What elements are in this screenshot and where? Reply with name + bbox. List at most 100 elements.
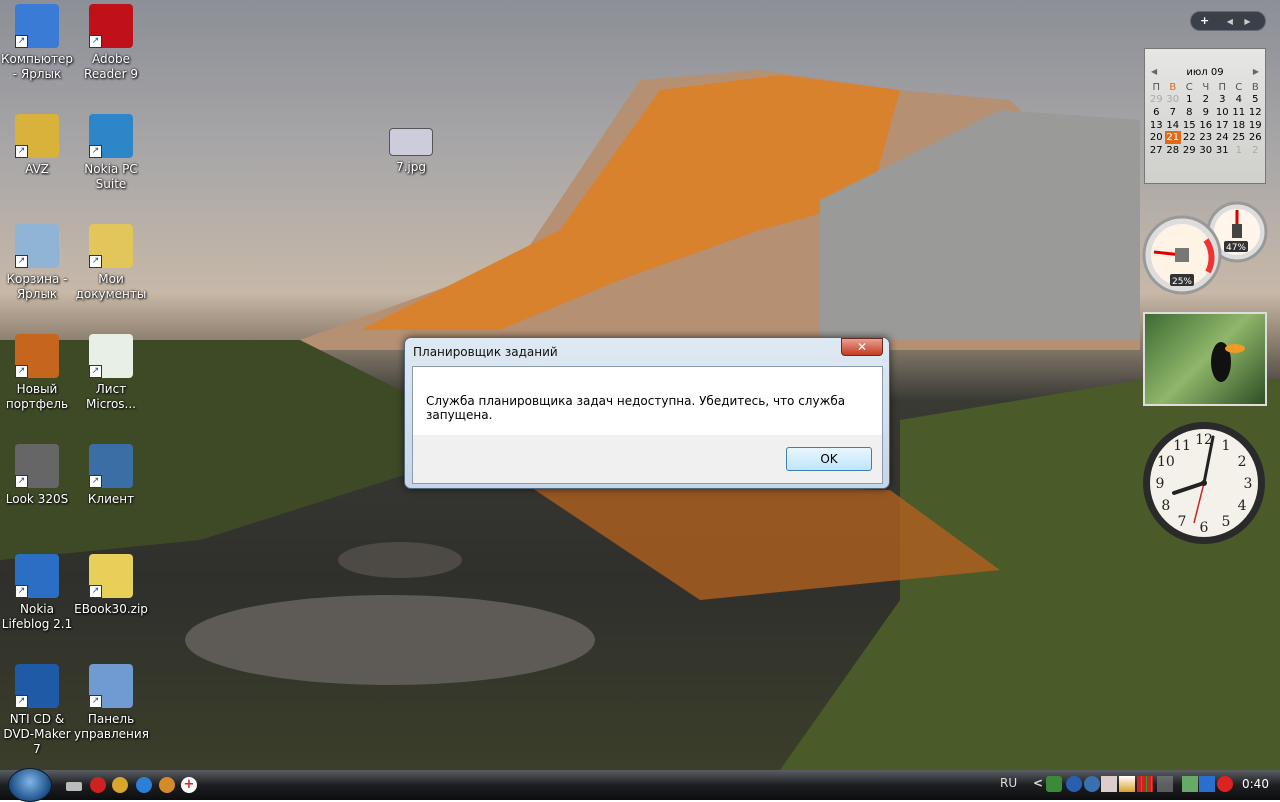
- desktop-icon[interactable]: ↗ Nokia PC Suite: [74, 114, 148, 192]
- shortcut-icon: ↗: [15, 554, 59, 598]
- desktop-icon[interactable]: ↗ Клиент: [74, 444, 148, 507]
- sidebar-next-button[interactable]: ▶: [1244, 17, 1250, 26]
- calendar-day[interactable]: 3: [1214, 94, 1231, 107]
- desktop-icon[interactable]: ↗ Лист Micros...: [74, 334, 148, 412]
- calendar-prev-button[interactable]: ◀: [1151, 67, 1157, 76]
- calendar-day[interactable]: 7: [1165, 106, 1182, 119]
- shortcut-icon: ↗: [89, 4, 133, 48]
- calendar-day[interactable]: 22: [1181, 131, 1198, 144]
- shortcut-arrow-icon: ↗: [89, 695, 102, 708]
- calendar-day[interactable]: 5: [1247, 94, 1264, 107]
- network-icon[interactable]: [1199, 776, 1215, 792]
- calendar-next-button[interactable]: ▶: [1253, 67, 1259, 76]
- volume-muted-icon[interactable]: [1217, 776, 1233, 792]
- desktop-icon[interactable]: ↗ Корзина - Ярлык: [0, 224, 74, 302]
- calendar-day[interactable]: 17: [1214, 119, 1231, 132]
- weekday-header: Ч: [1202, 81, 1210, 93]
- desktop-icon[interactable]: ↗ Панель управления: [74, 664, 149, 742]
- show-hidden-icons-button[interactable]: <: [1033, 776, 1043, 790]
- calendar-day[interactable]: 24: [1214, 131, 1231, 144]
- calendar-day[interactable]: 23: [1198, 131, 1215, 144]
- calendar-day[interactable]: 18: [1231, 119, 1248, 132]
- icon-label: Look 320S: [5, 492, 69, 506]
- shortcut-icon: ↗: [89, 224, 133, 268]
- calendar-day[interactable]: 29: [1181, 144, 1198, 157]
- antivirus-icon[interactable]: [1084, 776, 1100, 792]
- tray-meter-icon[interactable]: [1137, 776, 1153, 792]
- calendar-day[interactable]: 16: [1198, 119, 1215, 132]
- media-player-icon[interactable]: [90, 777, 106, 793]
- desktop-icon[interactable]: ↗ NTI CD & DVD-Maker 7: [0, 664, 74, 757]
- calendar-day[interactable]: 14: [1165, 119, 1182, 132]
- desktop-icon[interactable]: ↗ Новый портфель: [0, 334, 74, 412]
- calendar-day[interactable]: 31: [1214, 144, 1231, 157]
- tray-app-icon-2[interactable]: [1119, 776, 1135, 792]
- calendar-day[interactable]: 30: [1165, 94, 1182, 107]
- dialog-close-button[interactable]: ✕: [841, 338, 883, 356]
- clock-numeral: 2: [1238, 454, 1247, 470]
- shortcut-icon: ↗: [15, 444, 59, 488]
- show-desktop-icon[interactable]: [66, 782, 82, 791]
- calendar-day[interactable]: 27: [1148, 144, 1165, 157]
- shortcut-icon: ↗: [89, 444, 133, 488]
- calendar-day[interactable]: 8: [1181, 106, 1198, 119]
- calendar-day[interactable]: 1: [1181, 94, 1198, 107]
- info-icon[interactable]: [1066, 776, 1082, 792]
- icon-label: 7.jpg: [395, 160, 427, 174]
- calendar-day[interactable]: 4: [1231, 94, 1248, 107]
- desktop-icon[interactable]: ↗ AVZ: [0, 114, 74, 177]
- calendar-day[interactable]: 11: [1231, 106, 1248, 119]
- desktop-icon[interactable]: ↗ Nokia Lifeblog 2.1: [0, 554, 74, 632]
- ok-button[interactable]: OK: [786, 447, 872, 471]
- internet-explorer-icon[interactable]: [136, 777, 152, 793]
- desktop-icon[interactable]: ↗ Компьютер - Ярлык: [0, 4, 74, 82]
- shortcut-icon: ↗: [15, 334, 59, 378]
- calendar-day[interactable]: 26: [1247, 131, 1264, 144]
- tray-app-icon-3[interactable]: [1157, 776, 1173, 792]
- calendar-day[interactable]: 20: [1148, 131, 1165, 144]
- calendar-day[interactable]: 13: [1148, 119, 1165, 132]
- shortcut-arrow-icon: ↗: [15, 585, 28, 598]
- power-icon[interactable]: [1182, 776, 1198, 792]
- start-button[interactable]: [8, 768, 52, 802]
- add-icon[interactable]: +: [181, 777, 197, 793]
- calendar-day[interactable]: 30: [1198, 144, 1215, 157]
- calendar-day[interactable]: 12: [1247, 106, 1264, 119]
- messenger-icon[interactable]: [112, 777, 128, 793]
- calendar-day[interactable]: 6: [1148, 106, 1165, 119]
- language-indicator[interactable]: RU: [1000, 776, 1017, 790]
- calendar-day[interactable]: 21: [1164, 131, 1181, 144]
- calendar-day[interactable]: 29: [1148, 94, 1165, 107]
- calendar-day[interactable]: 2: [1198, 94, 1215, 107]
- calendar-day[interactable]: 1: [1231, 144, 1248, 157]
- app-icon[interactable]: [159, 777, 175, 793]
- desktop-icon[interactable]: ↗ Look 320S: [0, 444, 74, 507]
- weekday-header: С: [1185, 81, 1193, 93]
- calendar-day[interactable]: 19: [1247, 119, 1264, 132]
- clock-time[interactable]: 0:40: [1242, 777, 1269, 791]
- weekday-header: В: [1251, 81, 1259, 93]
- calendar-day[interactable]: 28: [1165, 144, 1182, 157]
- clock-numeral: 5: [1222, 514, 1231, 530]
- slideshow-gadget[interactable]: [1143, 312, 1267, 406]
- sidebar-prev-button[interactable]: ◀: [1227, 17, 1233, 26]
- shortcut-arrow-icon: ↗: [89, 255, 102, 268]
- tray-app-icon[interactable]: [1101, 776, 1117, 792]
- calendar-day[interactable]: 10: [1214, 106, 1231, 119]
- desktop-icon[interactable]: ↗ EBook30.zip: [74, 554, 148, 617]
- security-shield-icon[interactable]: [1046, 776, 1062, 792]
- shortcut-arrow-icon: ↗: [15, 365, 28, 378]
- image-file-icon: [389, 128, 433, 156]
- desktop-icon-7jpg[interactable]: 7.jpg: [374, 128, 448, 175]
- shortcut-arrow-icon: ↗: [15, 475, 28, 488]
- shortcut-icon: ↗: [89, 664, 133, 708]
- icon-label: NTI CD & DVD-Maker 7: [3, 712, 71, 756]
- desktop-icon[interactable]: ↗ Мои документы: [74, 224, 148, 302]
- add-gadget-button[interactable]: +: [1200, 14, 1209, 27]
- calendar-day[interactable]: 25: [1231, 131, 1248, 144]
- desktop-icon[interactable]: ↗ Adobe Reader 9: [74, 4, 148, 82]
- icon-label: Компьютер - Ярлык: [1, 52, 73, 81]
- calendar-day[interactable]: 9: [1198, 106, 1215, 119]
- calendar-day[interactable]: 15: [1181, 119, 1198, 132]
- calendar-day[interactable]: 2: [1247, 144, 1264, 157]
